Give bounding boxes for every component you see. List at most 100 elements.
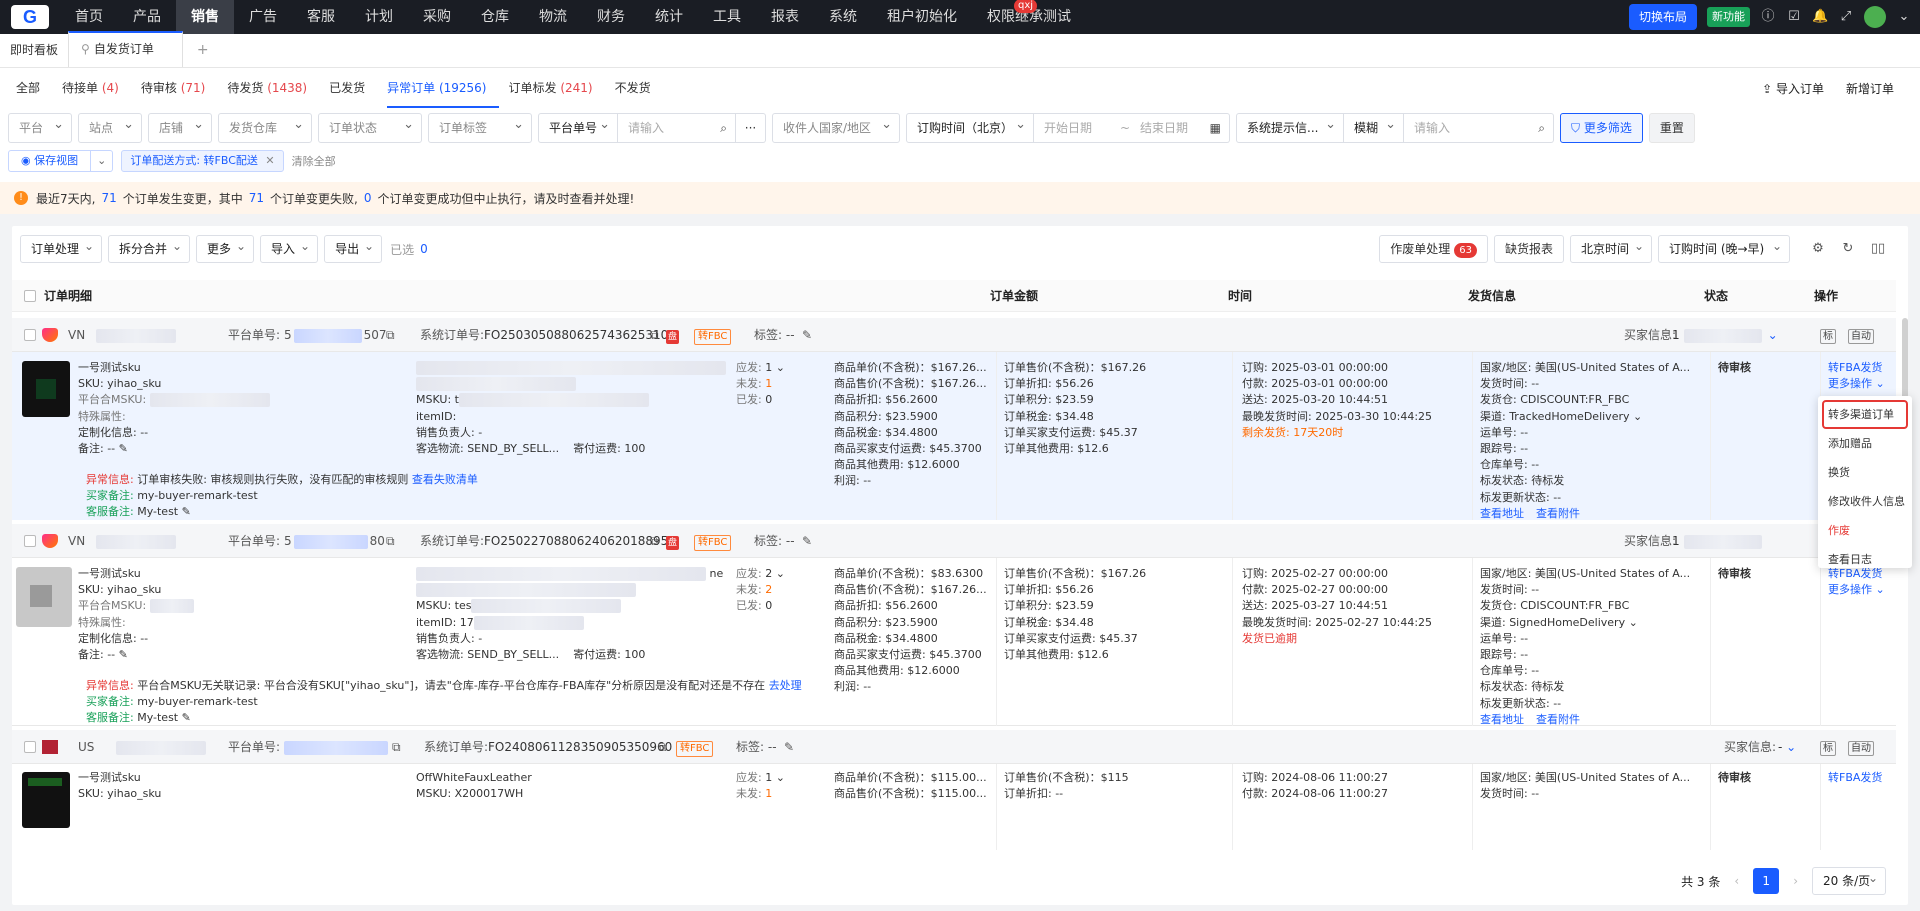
order-checkbox[interactable] xyxy=(24,741,36,753)
tab-self-ship-orders[interactable]: ⚲ 自发货订单 xyxy=(68,31,183,67)
avatar[interactable] xyxy=(1864,6,1886,28)
copy-icon[interactable]: ⧉ xyxy=(650,318,659,352)
warehouse-select[interactable]: 发货仓库 xyxy=(218,113,312,143)
more-options-button[interactable]: ··· xyxy=(736,113,766,143)
platform-no-value[interactable]: 5 507 xyxy=(284,318,387,352)
timezone-select[interactable]: 北京时间 xyxy=(1569,233,1652,263)
notice-num-1[interactable]: 71 xyxy=(101,191,116,205)
order-tag-select[interactable]: 订单标签 xyxy=(428,113,532,143)
order-status-select[interactable]: 订单状态 xyxy=(318,113,422,143)
copy-icon[interactable]: ⧉ xyxy=(392,730,401,764)
copy-icon[interactable]: ⧉ xyxy=(386,524,395,558)
platform-no-select[interactable]: 平台单号 xyxy=(538,113,618,143)
go-handle-link[interactable]: 去处理 xyxy=(769,679,802,692)
save-view-button[interactable]: ◉ 保存视图 xyxy=(8,150,92,172)
system-tip-input[interactable]: 请输入 ⌕ xyxy=(1404,113,1554,143)
view-address-link[interactable]: 查看地址 xyxy=(1480,507,1524,520)
more-button[interactable]: 更多 xyxy=(196,233,255,263)
more-actions-button[interactable]: 更多操作 ⌄ xyxy=(1828,376,1885,392)
edit-icon[interactable]: ✎ xyxy=(119,442,128,455)
platform-no-input[interactable]: 请输入 ⌕ xyxy=(618,113,736,143)
info-icon[interactable]: ⓘ xyxy=(1760,9,1776,25)
edit-icon[interactable]: ✎ xyxy=(784,730,794,764)
more-actions-button[interactable]: 更多操作 ⌄ xyxy=(1828,582,1885,598)
menu-item-view-log[interactable]: 查看日志 xyxy=(1818,545,1912,574)
columns-icon[interactable]: ▯▯ xyxy=(1870,241,1886,257)
notice-num-2[interactable]: 71 xyxy=(249,191,264,205)
nav-sales[interactable]: 销售 xyxy=(176,0,234,34)
platform-select[interactable]: 平台 xyxy=(8,113,72,143)
menu-item-multi-channel[interactable]: 转多渠道订单 xyxy=(1822,400,1908,429)
view-address-link[interactable]: 查看地址 xyxy=(1480,713,1524,726)
new-order-button[interactable]: 新增订单 xyxy=(1846,80,1894,97)
nav-stats[interactable]: 统计 xyxy=(640,0,698,34)
nav-tools[interactable]: 工具 xyxy=(698,0,756,34)
nav-ads[interactable]: 广告 xyxy=(234,0,292,34)
nav-finance[interactable]: 财务 xyxy=(582,0,640,34)
nav-service[interactable]: 客服 xyxy=(292,0,350,34)
nav-product[interactable]: 产品 xyxy=(118,0,176,34)
nav-logistics[interactable]: 物流 xyxy=(524,0,582,34)
select-all-checkbox[interactable] xyxy=(24,290,36,302)
buyer-info-value[interactable]: - ⌄ xyxy=(1778,730,1796,764)
fuzzy-select[interactable]: 模糊 xyxy=(1344,113,1404,143)
next-page-button[interactable]: › xyxy=(1793,874,1798,888)
system-tip-select[interactable]: 系统提示信... xyxy=(1236,113,1344,143)
logo[interactable]: G xyxy=(0,0,60,34)
order-process-button[interactable]: 订单处理 xyxy=(20,233,103,263)
receiver-country-select[interactable]: 收件人国家/地区 xyxy=(772,113,900,143)
edit-icon[interactable]: ✎ xyxy=(182,505,191,518)
nav-warehouse[interactable]: 仓库 xyxy=(466,0,524,34)
search-icon[interactable]: ⌕ xyxy=(1538,114,1545,142)
buyer-info-value[interactable]: 1 ⌄ xyxy=(1672,318,1778,352)
buyer-info-value[interactable]: 1 xyxy=(1672,524,1762,558)
fullscreen-icon[interactable]: ⤢ xyxy=(1838,9,1854,25)
status-tab-pending-review[interactable]: 待审核 (71) xyxy=(141,68,217,108)
nav-tenant-init[interactable]: 租户初始化 xyxy=(872,0,972,34)
order-checkbox[interactable] xyxy=(24,329,36,341)
new-feature-button[interactable]: 新功能 xyxy=(1707,7,1750,27)
import-button[interactable]: 导入 xyxy=(260,233,319,263)
settings-icon[interactable]: ⚙ xyxy=(1810,241,1826,257)
save-view-dropdown[interactable]: ⌄ xyxy=(91,150,114,172)
menu-item-edit-receiver[interactable]: 修改收件人信息 xyxy=(1818,487,1912,516)
export-button[interactable]: 导出 xyxy=(324,233,383,263)
more-filter-button[interactable]: ⛉ 更多筛选 xyxy=(1560,113,1643,143)
edit-icon[interactable]: ✎ xyxy=(182,711,191,724)
reset-button[interactable]: 重置 xyxy=(1648,113,1695,143)
nav-plan[interactable]: 计划 xyxy=(350,0,408,34)
status-tab-mark-ship[interactable]: 订单标发 (241) xyxy=(509,68,605,108)
platform-no-value[interactable] xyxy=(284,730,388,764)
status-tab-abnormal[interactable]: 异常订单 (19256) xyxy=(387,68,499,108)
status-tab-pending-accept[interactable]: 待接单 (4) xyxy=(62,68,131,108)
status-tab-shipped[interactable]: 已发货 xyxy=(329,68,377,108)
ship-channel[interactable]: 渠道: TrackedHomeDelivery ⌄ xyxy=(1480,409,1690,425)
date-range-input[interactable]: 开始日期 ~ 结束日期 ▦ xyxy=(1034,113,1230,143)
order-checkbox[interactable] xyxy=(24,535,36,547)
copy-icon[interactable]: ⧉ xyxy=(386,318,395,352)
shop-select[interactable]: 店铺 xyxy=(148,113,212,143)
nav-reports[interactable]: 报表 xyxy=(756,0,814,34)
sort-select[interactable]: 订购时间 (晚→早) xyxy=(1658,233,1790,263)
void-process-button[interactable]: 作废单处理 63 xyxy=(1379,235,1488,263)
tab-dashboard[interactable]: 即时看板 xyxy=(0,33,68,67)
shortage-report-button[interactable]: 缺货报表 xyxy=(1493,235,1564,263)
ship-channel[interactable]: 渠道: SignedHomeDelivery ⌄ xyxy=(1480,615,1690,631)
page-1-button[interactable]: 1 xyxy=(1753,868,1780,894)
page-size-select[interactable]: 20 条/页 xyxy=(1812,865,1886,895)
menu-item-exchange[interactable]: 换货 xyxy=(1818,458,1912,487)
edit-icon[interactable]: ✎ xyxy=(802,318,812,352)
status-tab-no-ship[interactable]: 不发货 xyxy=(615,68,663,108)
platform-no-value[interactable]: 5 80 xyxy=(284,524,385,558)
nav-purchase[interactable]: 采购 xyxy=(408,0,466,34)
import-order-button[interactable]: ⇪ 导入订单 xyxy=(1762,80,1824,97)
to-fba-button[interactable]: 转FBA发货 xyxy=(1828,360,1885,376)
search-icon[interactable]: ⌕ xyxy=(720,114,727,142)
copy-icon[interactable]: ⧉ xyxy=(658,730,667,764)
to-fba-button[interactable]: 转FBA发货 xyxy=(1828,770,1882,786)
site-select[interactable]: 站点 xyxy=(78,113,142,143)
nav-home[interactable]: 首页 xyxy=(60,0,118,34)
nav-system[interactable]: 系统 xyxy=(814,0,872,34)
add-tab-button[interactable]: + xyxy=(183,33,223,67)
nav-permission-test[interactable]: 权限继承测试 qxj xyxy=(972,0,1086,34)
